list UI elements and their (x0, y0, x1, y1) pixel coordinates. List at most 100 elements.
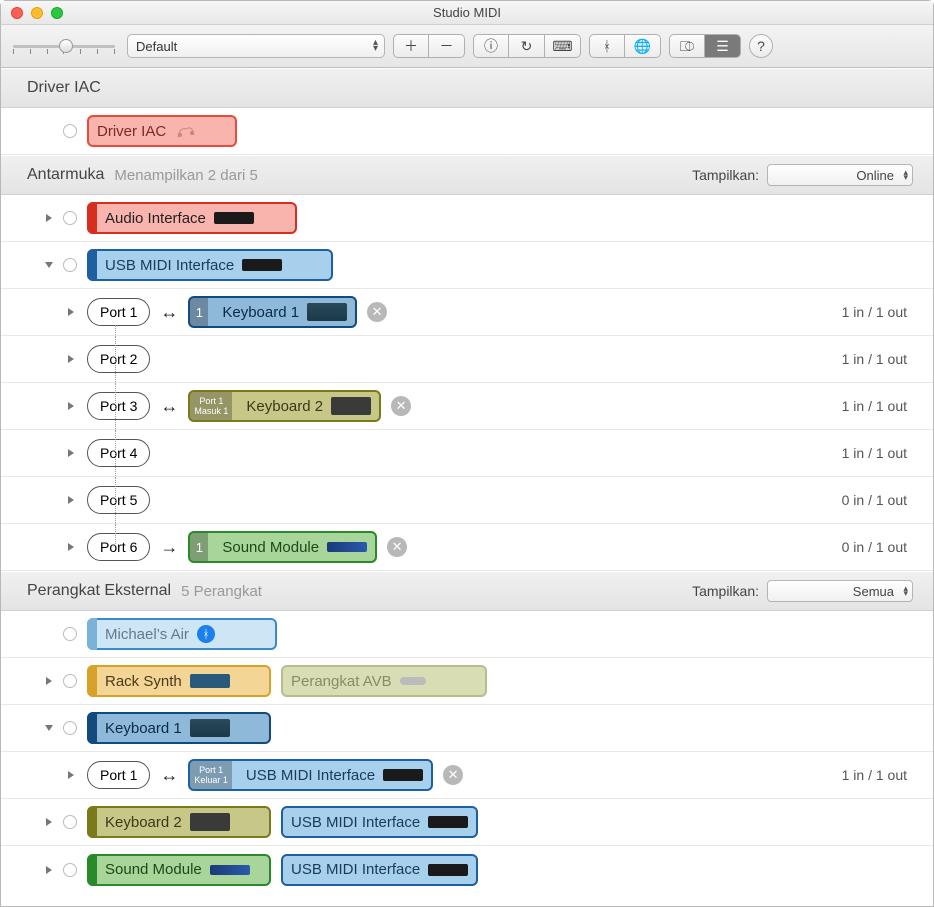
section-header-external: Perangkat Eksternal 5 Perangkat Tampilka… (1, 571, 933, 611)
device-chip-keyboard1[interactable]: Keyboard 1 (87, 712, 271, 744)
test-button[interactable]: ⌨ (545, 34, 581, 58)
status-dot (63, 815, 77, 829)
window-controls (1, 7, 63, 19)
device-chip-keyboard2[interactable]: Keyboard 2 (87, 806, 271, 838)
device-chip-avb[interactable]: Perangkat AVB (281, 665, 487, 697)
add-remove-group: ＋ － (393, 34, 465, 58)
show-select[interactable]: Online ▴▾ (767, 164, 913, 186)
port-chip[interactable]: Port 1 (87, 298, 150, 326)
list-view-button[interactable]: ☰ (705, 34, 741, 58)
status-dot (63, 124, 77, 138)
device-chip-usb-midi-link[interactable]: Port 1Keluar 1 USB MIDI Interface (188, 759, 433, 791)
disconnect-button[interactable]: ✕ (367, 302, 387, 322)
port-row[interactable]: Port 1 ↔ 1 Keyboard 1 ✕ 1 in / 1 out (1, 289, 933, 336)
disclosure-closed-icon[interactable] (43, 675, 55, 687)
view-group: ⎄ ☰ (669, 34, 741, 58)
window-title: Studio MIDI (1, 5, 933, 20)
titlebar: Studio MIDI (1, 1, 933, 25)
disconnect-button[interactable]: ✕ (387, 537, 407, 557)
minimize-icon[interactable] (31, 7, 43, 19)
keyboard-icon (331, 397, 371, 415)
port-number: Port 1Keluar 1 (190, 761, 232, 789)
network-button[interactable]: 🌐 (625, 34, 661, 58)
device-chip-sound-module[interactable]: 1 Sound Module (188, 531, 377, 563)
device-row-keyboard2[interactable]: Keyboard 2 USB MIDI Interface (1, 799, 933, 846)
disclosure-open-icon[interactable] (43, 259, 55, 271)
port-row[interactable]: Port 4 1 in / 1 out (1, 430, 933, 477)
interface-icon (214, 212, 254, 224)
close-icon[interactable] (11, 7, 23, 19)
device-chip-sound-module[interactable]: Sound Module (87, 854, 271, 886)
refresh-button[interactable]: ↻ (509, 34, 545, 58)
device-chip-usb-midi[interactable]: USB MIDI Interface (87, 249, 333, 281)
disclosure-closed-icon[interactable] (65, 447, 77, 459)
port-info: 0 in / 1 out (842, 492, 917, 508)
device-chip-iac[interactable]: Driver IAC (87, 115, 237, 147)
port-chip[interactable]: Port 5 (87, 486, 150, 514)
help-button[interactable]: ? (749, 34, 773, 58)
device-chip-usb-midi-link[interactable]: USB MIDI Interface (281, 806, 478, 838)
device-chip-rack-synth[interactable]: Rack Synth (87, 665, 271, 697)
port-chip[interactable]: Port 3 (87, 392, 150, 420)
help-icon: ? (757, 38, 765, 54)
device-chip-keyboard2[interactable]: Port 1Masuk 1 Keyboard 2 (188, 390, 381, 422)
info-button[interactable]: ⓘ (473, 34, 509, 58)
interface-icon (428, 816, 468, 828)
disclosure-closed-icon[interactable] (43, 212, 55, 224)
device-row-audio-interface[interactable]: Audio Interface (1, 195, 933, 242)
module-icon (210, 865, 250, 875)
device-row-usb-midi[interactable]: USB MIDI Interface (1, 242, 933, 289)
port-chip[interactable]: Port 6 (87, 533, 150, 561)
device-row-keyboard1[interactable]: Keyboard 1 (1, 705, 933, 752)
device-chip-keyboard1[interactable]: 1 Keyboard 1 (188, 296, 357, 328)
config-select[interactable]: Default ▴▾ (127, 34, 385, 58)
disclosure-closed-icon[interactable] (43, 864, 55, 876)
device-chip-usb-midi-link[interactable]: USB MIDI Interface (281, 854, 478, 886)
disclosure-closed-icon[interactable] (65, 353, 77, 365)
device-label: Sound Module (222, 539, 319, 556)
disclosure-closed-icon[interactable] (43, 816, 55, 828)
remove-button[interactable]: － (429, 34, 465, 58)
keyboard-icon (190, 719, 230, 737)
graph-view-button[interactable]: ⎄ (669, 34, 705, 58)
toolbar: Default ▴▾ ＋ － ⓘ ↻ ⌨ ᚼ 🌐 ⎄ ☰ ? (1, 25, 933, 68)
show-select[interactable]: Semua ▴▾ (767, 580, 913, 602)
disconnect-button[interactable]: ✕ (443, 765, 463, 785)
bluetooth-button[interactable]: ᚼ (589, 34, 625, 58)
zoom-icon[interactable] (51, 7, 63, 19)
device-label: USB MIDI Interface (291, 861, 420, 878)
device-row-iac[interactable]: Driver IAC (1, 108, 933, 155)
device-label: Michael’s Air (105, 626, 189, 643)
section-title: Driver IAC (27, 79, 101, 97)
disclosure-open-icon[interactable] (43, 722, 55, 734)
add-button[interactable]: ＋ (393, 34, 429, 58)
disclosure-closed-icon[interactable] (65, 541, 77, 553)
icon-size-slider[interactable] (9, 36, 119, 56)
disclosure-closed-icon[interactable] (65, 400, 77, 412)
disclosure-closed-icon[interactable] (65, 306, 77, 318)
device-label: USB MIDI Interface (291, 814, 420, 831)
section-title: Antarmuka (27, 166, 104, 184)
device-row-sound-module[interactable]: Sound Module USB MIDI Interface (1, 846, 933, 893)
port-row[interactable]: Port 2 1 in / 1 out (1, 336, 933, 383)
port-chip[interactable]: Port 4 (87, 439, 150, 467)
port-label: Port 5 (100, 492, 137, 508)
port-row[interactable]: Port 1 ↔ Port 1Keluar 1 USB MIDI Interfa… (1, 752, 933, 799)
status-dot (63, 211, 77, 225)
port-row[interactable]: Port 5 0 in / 1 out (1, 477, 933, 524)
iac-icon (174, 121, 198, 141)
disclosure-closed-icon[interactable] (65, 769, 77, 781)
status-dot (63, 627, 77, 641)
device-chip-audio-interface[interactable]: Audio Interface (87, 202, 297, 234)
status-dot (63, 258, 77, 272)
port-number: 1 (190, 533, 208, 561)
port-row[interactable]: Port 3 ↔ Port 1Masuk 1 Keyboard 2 ✕ 1 in… (1, 383, 933, 430)
device-chip-michaels-air[interactable]: Michael’s Air ᚼ (87, 618, 277, 650)
port-row[interactable]: Port 6 → 1 Sound Module ✕ 0 in / 1 out (1, 524, 933, 571)
device-row-michaels-air[interactable]: Michael’s Air ᚼ (1, 611, 933, 658)
device-row-rack-synth[interactable]: Rack Synth Perangkat AVB (1, 658, 933, 705)
disclosure-closed-icon[interactable] (65, 494, 77, 506)
port-chip[interactable]: Port 2 (87, 345, 150, 373)
disconnect-button[interactable]: ✕ (391, 396, 411, 416)
port-chip[interactable]: Port 1 (87, 761, 150, 789)
